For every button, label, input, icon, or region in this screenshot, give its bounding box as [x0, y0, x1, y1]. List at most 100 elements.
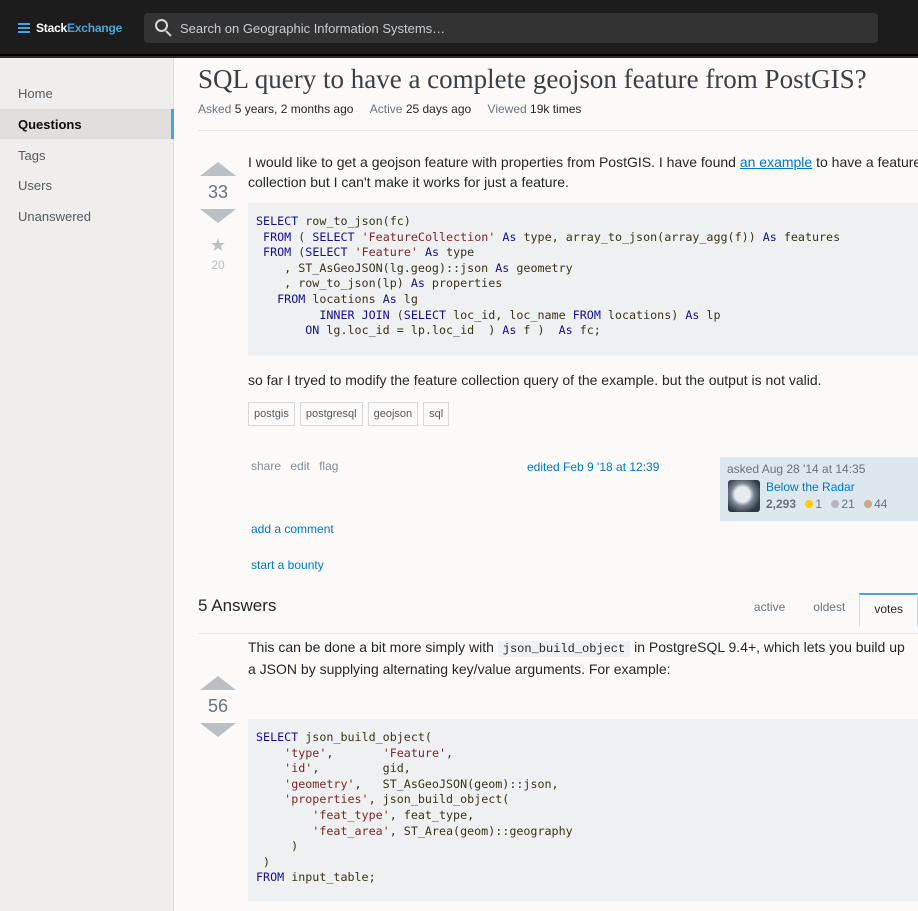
- left-nav: Home Questions Tags Users Unanswered: [0, 58, 174, 911]
- upvote-button[interactable]: [200, 162, 236, 176]
- code-text: (: [291, 229, 313, 244]
- inline-code: json_build_object: [497, 641, 631, 657]
- example-link[interactable]: an example: [740, 154, 812, 170]
- code-text: input_table;: [284, 870, 376, 885]
- gold-badge-count: 1: [815, 497, 823, 511]
- owner-card: asked Aug 28 '14 at 14:35 Below the Rada…: [720, 457, 918, 521]
- code-keyword: As: [502, 229, 517, 244]
- active-value[interactable]: 25 days ago: [406, 102, 471, 116]
- code-keyword: As: [410, 276, 425, 291]
- favorite-star-icon[interactable]: ★: [198, 235, 238, 256]
- question-tags: postgis postgresql geojson sql: [248, 402, 450, 426]
- code-keyword: As: [424, 245, 440, 260]
- tab-active[interactable]: active: [740, 593, 799, 627]
- viewed-value: 19k times: [530, 102, 582, 116]
- code-keyword: As: [558, 323, 573, 338]
- tab-votes[interactable]: votes: [859, 593, 918, 627]
- question-title[interactable]: SQL query to have a complete geojson fea…: [198, 64, 867, 95]
- search-box[interactable]: [144, 13, 878, 43]
- code-text: type: [439, 245, 475, 260]
- owner-name[interactable]: Below the Radar: [766, 480, 855, 494]
- code-text: , feat_type,: [389, 807, 475, 822]
- code-text: lp: [699, 307, 721, 322]
- asked-label: Asked: [198, 102, 232, 116]
- code-text: features: [776, 229, 841, 244]
- tag-postgis[interactable]: postgis: [248, 402, 295, 426]
- question-vote-cell: 33 ★ 20: [198, 162, 238, 272]
- question-body: I would like to get a geojson feature wi…: [248, 152, 918, 192]
- code-keyword: As: [685, 307, 700, 322]
- start-bounty-link[interactable]: start a bounty: [251, 558, 324, 572]
- code-text: fc;: [572, 323, 601, 338]
- tab-oldest[interactable]: oldest: [799, 593, 859, 627]
- add-comment-link[interactable]: add a comment: [251, 522, 334, 536]
- code-text: (: [291, 245, 306, 260]
- search-input[interactable]: [180, 20, 860, 36]
- answer-upvote-button[interactable]: [200, 676, 236, 690]
- answer-vote-count: 56: [207, 696, 229, 716]
- question-vote-count: 33: [207, 182, 229, 202]
- question-body-part1: I would like to get a geojson feature wi…: [248, 154, 740, 170]
- answers-header: 5 Answers: [198, 596, 277, 615]
- downvote-button[interactable]: [200, 209, 236, 223]
- brand-part1: Stack: [36, 21, 68, 35]
- tag-sql[interactable]: sql: [423, 402, 450, 426]
- code-text: loc_id, loc_name: [446, 307, 573, 322]
- page: Home Questions Tags Users Unanswered SQL…: [0, 58, 918, 911]
- code-text: , ST_AsGeoJSON(lg.geog)::json: [256, 260, 496, 275]
- code-text: ,: [446, 745, 454, 760]
- search-icon: [152, 17, 174, 39]
- tag-geojson[interactable]: geojson: [367, 402, 419, 426]
- code-string: 'geometry': [284, 776, 355, 791]
- answers-divider: [198, 633, 918, 634]
- code-keyword: As: [495, 260, 510, 275]
- nav-questions[interactable]: Questions: [0, 109, 174, 139]
- code-string: 'Feature': [354, 245, 418, 260]
- silver-badge-icon: [831, 500, 840, 508]
- edit-link[interactable]: edit: [290, 459, 309, 473]
- edited-link[interactable]: edited Feb 9 '18 at 12:39: [527, 460, 659, 474]
- answer-downvote-button[interactable]: [200, 723, 236, 737]
- silver-badge-count: 21: [841, 497, 855, 511]
- code-string: 'properties': [284, 792, 369, 807]
- code-text: ): [256, 854, 271, 869]
- stackexchange-logo[interactable]: Stack Exchange: [0, 0, 136, 56]
- nav-users[interactable]: Users: [0, 170, 174, 200]
- bronze-badge-icon: [864, 500, 873, 508]
- tag-postgresql[interactable]: postgresql: [299, 402, 363, 426]
- hamburger-icon: [18, 23, 30, 33]
- top-bar: Stack Exchange: [0, 0, 918, 56]
- code-text: , gid,: [312, 761, 411, 776]
- code-keyword: FROM: [256, 870, 285, 885]
- active-label: Active: [369, 102, 403, 116]
- question-body-2: so far I tryed to modify the feature col…: [248, 372, 822, 388]
- code-text: geometry: [509, 260, 573, 275]
- main-content: SQL query to have a complete geojson fea…: [174, 58, 918, 911]
- nav-tags[interactable]: Tags: [0, 140, 174, 170]
- code-string: 'FeatureCollection': [361, 229, 496, 244]
- nav-unanswered[interactable]: Unanswered: [0, 201, 174, 231]
- code-text: ): [256, 839, 299, 854]
- code-text: (: [389, 307, 404, 322]
- code-text: properties: [424, 276, 503, 291]
- code-text: , ST_AsGeoJSON(geom)::json,: [354, 776, 559, 791]
- code-keyword: SELECT: [305, 245, 348, 260]
- share-link[interactable]: share: [251, 459, 281, 473]
- code-text: lg.loc_id = lp.loc_id ): [319, 323, 503, 338]
- code-keyword: SELECT: [403, 307, 447, 322]
- code-string: 'type': [284, 745, 327, 760]
- avatar[interactable]: [728, 480, 760, 512]
- nav-home[interactable]: Home: [0, 78, 174, 108]
- flag-link[interactable]: flag: [319, 459, 338, 473]
- code-string: 'Feature': [382, 745, 447, 760]
- bronze-badge-count: 44: [874, 497, 888, 511]
- code-string: 'feat_type': [312, 807, 390, 822]
